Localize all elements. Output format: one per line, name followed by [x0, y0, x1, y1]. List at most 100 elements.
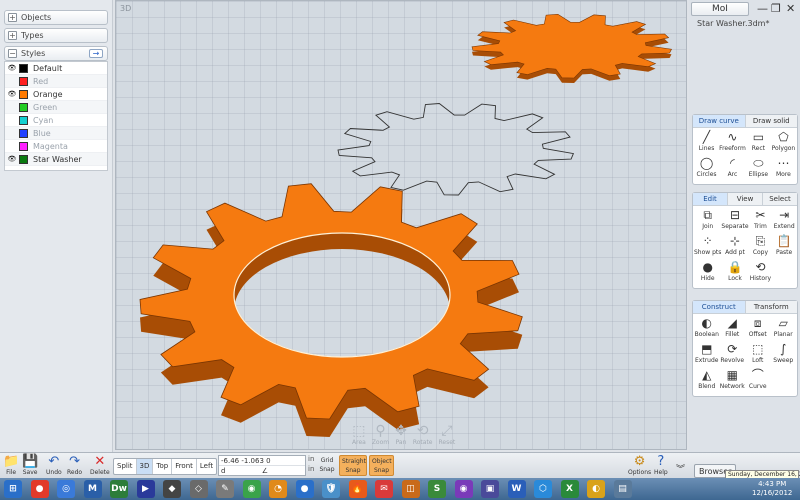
taskbar-app-icon[interactable]: 🛡	[322, 480, 340, 498]
tab-edit[interactable]: Edit	[693, 193, 728, 205]
tab-select[interactable]: Select	[763, 193, 797, 205]
expand-chevron-icon[interactable]: ︾	[676, 462, 685, 475]
color-swatch[interactable]	[19, 76, 28, 86]
view-top-button[interactable]: Top	[153, 459, 173, 474]
polygon-command[interactable]: ⬠ Polygon	[771, 130, 796, 156]
tab-transform[interactable]: Transform	[745, 301, 797, 313]
color-swatch[interactable]	[19, 89, 28, 99]
minimize-icon[interactable]: —	[757, 2, 768, 15]
tab-draw-solid[interactable]: Draw solid	[745, 115, 797, 127]
taskbar-app-icon[interactable]: ◔	[269, 480, 287, 498]
taskbar-app-icon[interactable]: M	[83, 480, 102, 498]
delete-button[interactable]: ✕ Delete	[90, 454, 110, 476]
nav-tool-pan[interactable]: ✥ Pan	[395, 423, 407, 446]
copy-command[interactable]: ⎘ Copy	[749, 234, 773, 260]
nav-tool-zoom[interactable]: ⚲ Zoom	[372, 423, 389, 446]
object-snap-toggle[interactable]: Object Snap	[369, 455, 394, 476]
color-swatch[interactable]	[19, 63, 28, 73]
taskbar-app-icon[interactable]: ◫	[401, 480, 420, 498]
nav-tool-rotate[interactable]: ⟲ Rotate	[413, 423, 433, 446]
close-icon[interactable]: ✕	[786, 2, 795, 15]
circles-command[interactable]: ◯ Circles	[694, 156, 719, 182]
taskbar-app-icon[interactable]: ◆	[163, 480, 181, 498]
style-row[interactable]: Cyan	[5, 114, 107, 127]
tray-clock[interactable]: 4:43 PM 12/16/2012	[752, 480, 792, 498]
collapse-icon[interactable]: −	[8, 49, 17, 58]
taskbar-app-icon[interactable]: ▤	[613, 480, 632, 498]
style-row[interactable]: 👁 Default	[5, 62, 107, 75]
taskbar-app-icon[interactable]: ◉	[454, 480, 473, 498]
show-pts-command[interactable]: ⁘ Show pts	[694, 234, 721, 260]
tab-construct[interactable]: Construct	[693, 301, 746, 313]
taskbar-app-icon[interactable]: ●	[295, 480, 314, 498]
history-command[interactable]: ⟲ History	[749, 260, 773, 286]
tab-view[interactable]: View	[728, 193, 763, 205]
more-command[interactable]: ⋯ More	[771, 156, 796, 182]
add-pt-command[interactable]: ⊹ Add pt	[721, 234, 748, 260]
taskbar-app-icon[interactable]: ✎	[216, 480, 234, 498]
expand-icon[interactable]: +	[8, 31, 17, 40]
taskbar-app-icon[interactable]: ▶	[136, 480, 155, 498]
planar-command[interactable]: ▱ Planar	[771, 316, 797, 342]
taskbar-app-icon[interactable]: ◇	[189, 480, 208, 498]
taskbar-app-icon[interactable]: ✉	[375, 480, 393, 498]
loft-command[interactable]: ⬚ Loft	[745, 342, 771, 368]
arc-command[interactable]: ◜ Arc	[719, 156, 746, 182]
taskbar-app-icon[interactable]: Dw	[110, 480, 128, 498]
nav-tool-reset[interactable]: ⤢ Reset	[439, 423, 456, 446]
blend-command[interactable]: ◭ Blend	[694, 368, 720, 394]
coordinate-value[interactable]: -6.46 -1.063 0	[219, 456, 305, 466]
separate-command[interactable]: ⊟ Separate	[721, 208, 748, 234]
style-row[interactable]: Red	[5, 75, 107, 88]
fillet-command[interactable]: ◢ Fillet	[720, 316, 746, 342]
style-row[interactable]: Magenta	[5, 140, 107, 153]
undo-button[interactable]: ↶ Undo	[46, 454, 62, 476]
taskbar-app-icon[interactable]: 🔥	[348, 480, 367, 498]
revolve-command[interactable]: ⟳ Revolve	[720, 342, 746, 368]
extend-command[interactable]: ⇥ Extend	[772, 208, 796, 234]
style-row[interactable]: Green	[5, 101, 107, 114]
freeform-command[interactable]: ∿ Freeform	[719, 130, 746, 156]
taskbar-app-icon[interactable]: ⬡	[534, 480, 552, 498]
view-front-button[interactable]: Front	[172, 459, 197, 474]
redo-button[interactable]: ↷ Redo	[67, 454, 82, 476]
taskbar-app-icon[interactable]: ▣	[481, 480, 499, 498]
star-washer-far[interactable]	[471, 13, 672, 83]
view-3d-button[interactable]: 3D	[136, 459, 154, 474]
ellipse-command[interactable]: ⬭ Ellipse	[746, 156, 771, 182]
lines-command[interactable]: ╱ Lines	[694, 130, 719, 156]
boolean-command[interactable]: ◐ Boolean	[694, 316, 720, 342]
taskbar-app-icon[interactable]: ◎	[57, 480, 75, 498]
taskbar-app-icon[interactable]: X	[560, 480, 579, 498]
objects-section-header[interactable]: + Objects	[4, 10, 108, 25]
restore-icon[interactable]: ❐	[771, 2, 781, 15]
nav-tool-area[interactable]: ⬚ Area	[352, 423, 366, 446]
lock-command[interactable]: 🔒 Lock	[721, 260, 748, 286]
paste-command[interactable]: 📋 Paste	[772, 234, 796, 260]
rect-command[interactable]: ▭ Rect	[746, 130, 771, 156]
eye-icon[interactable]: 👁	[5, 90, 19, 98]
file-button[interactable]: 📁 File	[3, 454, 19, 476]
sweep-command[interactable]: ∫ Sweep	[771, 342, 797, 368]
taskbar-app-icon[interactable]: ●	[30, 480, 49, 498]
taskbar-app-icon[interactable]: W	[507, 480, 526, 498]
help-button[interactable]: ? Help	[654, 454, 668, 476]
taskbar-app-icon[interactable]: S	[428, 480, 446, 498]
taskbar-app-icon[interactable]: ⊞	[4, 480, 22, 498]
styles-arrow-button[interactable]: →	[89, 49, 103, 58]
trim-command[interactable]: ✂ Trim	[749, 208, 773, 234]
color-swatch[interactable]	[19, 154, 28, 164]
tab-draw-curve[interactable]: Draw curve	[693, 115, 746, 127]
styles-section-header[interactable]: − Styles →	[4, 46, 108, 61]
taskbar-app-icon[interactable]: ◉	[242, 480, 261, 498]
taskbar-app-icon[interactable]: ◐	[587, 480, 605, 498]
eye-icon[interactable]: 👁	[5, 155, 19, 163]
coordinate-input[interactable]: -6.46 -1.063 0 d ∠	[218, 455, 306, 476]
distance-angle-input[interactable]: d ∠	[219, 466, 305, 476]
curve-command[interactable]: ⌒ Curve	[745, 368, 771, 394]
eye-icon[interactable]: 👁	[5, 64, 19, 72]
options-button[interactable]: ⚙ Options	[628, 454, 651, 476]
types-section-header[interactable]: + Types	[4, 28, 108, 43]
hide-command[interactable]: ● Hide	[694, 260, 721, 286]
view-left-button[interactable]: Left	[197, 459, 216, 474]
